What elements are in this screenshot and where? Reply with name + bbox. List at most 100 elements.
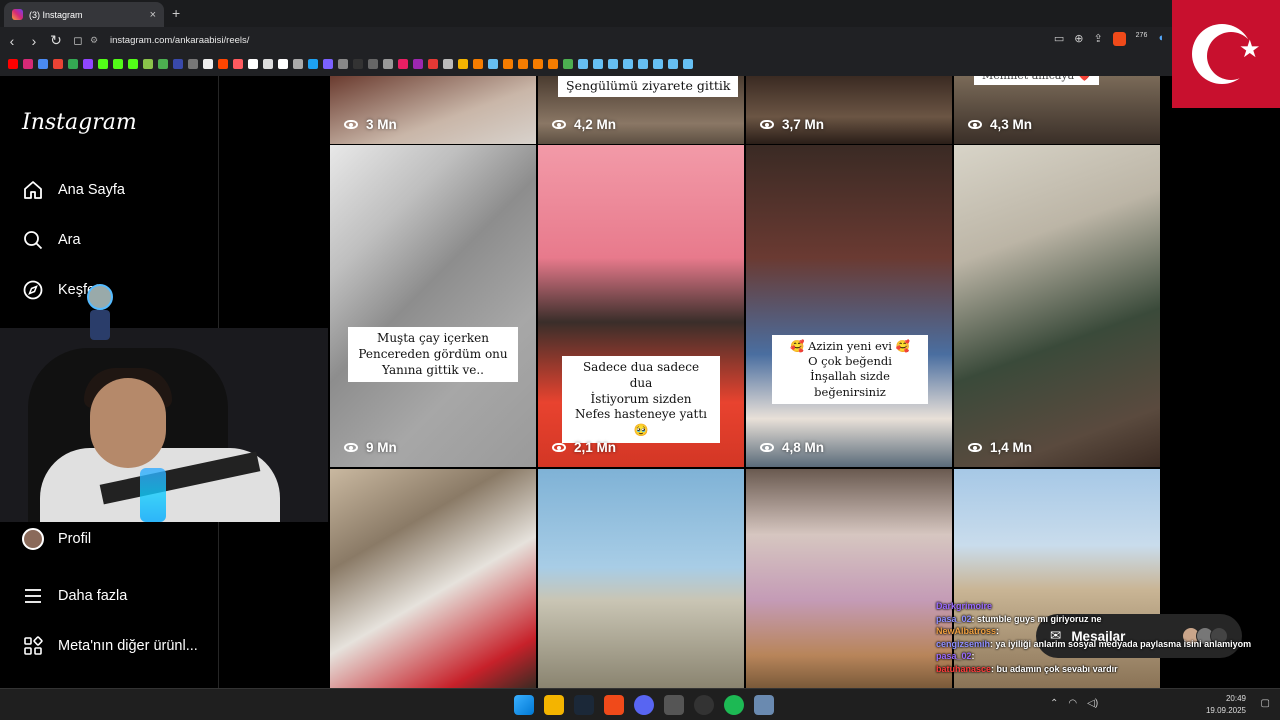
sidebar-item-profile[interactable]: Profil bbox=[22, 528, 91, 550]
tab-instagram[interactable]: (3) Instagram × bbox=[4, 2, 164, 27]
kick-bookmark-icon[interactable] bbox=[128, 59, 138, 69]
twitch-bookmark-icon[interactable] bbox=[83, 59, 93, 69]
bookmark-icon[interactable] bbox=[158, 59, 168, 69]
brave-shield-icon[interactable] bbox=[1112, 32, 1126, 46]
steam-bookmark-icon[interactable] bbox=[578, 59, 588, 69]
discord-icon[interactable] bbox=[634, 695, 654, 715]
sidebar-item-more[interactable]: Daha fazla bbox=[22, 585, 127, 607]
close-tab-icon[interactable]: × bbox=[150, 9, 156, 21]
reddit-bookmark-icon[interactable] bbox=[218, 59, 228, 69]
view-count: 4,3 Mn bbox=[968, 117, 1032, 132]
brave-icon[interactable] bbox=[604, 695, 624, 715]
reel-thumbnail[interactable]: Mehmet amcaya ❤️ 4,3 Mn bbox=[954, 76, 1160, 144]
bookmark-icon[interactable] bbox=[323, 59, 333, 69]
bookmark-icon[interactable] bbox=[383, 59, 393, 69]
bookmark-icon[interactable] bbox=[503, 59, 513, 69]
reels-grid: 3 Mn Şengülümü ziyarete gittik 4,2 Mn 3,… bbox=[330, 76, 1162, 688]
x-bookmark-icon[interactable] bbox=[203, 59, 213, 69]
reel-thumbnail[interactable]: 3,7 Mn bbox=[746, 76, 952, 144]
bookmark-icon[interactable] bbox=[548, 59, 558, 69]
reel-thumbnail[interactable]: 1,4 Mn bbox=[954, 145, 1160, 467]
bookmark-icon[interactable] bbox=[278, 59, 288, 69]
file-explorer-icon[interactable] bbox=[544, 695, 564, 715]
bookmark-icon[interactable] bbox=[248, 59, 258, 69]
sidebar-item-home[interactable]: Ana Sayfa bbox=[22, 179, 125, 201]
browser-actions: ▭ ⊕ ⇪ 276 ◖ bbox=[1054, 32, 1164, 46]
bookmark-icon[interactable] bbox=[428, 59, 438, 69]
bookmark-icon[interactable] bbox=[308, 59, 318, 69]
bookmark-icon[interactable] bbox=[473, 59, 483, 69]
steam-bookmark-icon[interactable] bbox=[608, 59, 618, 69]
reel-thumbnail[interactable] bbox=[746, 469, 952, 688]
reel-thumbnail[interactable] bbox=[538, 469, 744, 688]
youtube-bookmark-icon[interactable] bbox=[8, 59, 18, 69]
instagram-logo[interactable]: Instagram bbox=[22, 110, 137, 135]
bookmark-icon[interactable] bbox=[188, 59, 198, 69]
notification-icon[interactable]: ▢ bbox=[1261, 698, 1270, 709]
extension-badge[interactable]: 276 bbox=[1136, 32, 1148, 46]
amazon-bookmark-icon[interactable] bbox=[263, 59, 273, 69]
reel-thumbnail[interactable]: Muşta çay içerken Pencereden gördüm onu … bbox=[330, 145, 536, 467]
share-icon[interactable]: ⇪ bbox=[1093, 32, 1102, 46]
bookmark-icon[interactable] bbox=[368, 59, 378, 69]
steam-icon[interactable] bbox=[574, 695, 594, 715]
reel-thumbnail[interactable]: 🥰 Azizin yeni evi 🥰 O çok beğendi İnşall… bbox=[746, 145, 952, 467]
address-bar[interactable]: ⚙ instagram.com/ankaraabisi/reels/ bbox=[90, 30, 1090, 50]
reel-thumbnail[interactable]: Sadece dua sadece dua İstiyorum sizden N… bbox=[538, 145, 744, 467]
url-text[interactable]: instagram.com/ankaraabisi/reels/ bbox=[110, 35, 249, 46]
bookmark-icon[interactable] bbox=[353, 59, 363, 69]
bookmark-icon[interactable] bbox=[413, 59, 423, 69]
forward-icon[interactable]: › bbox=[24, 33, 44, 49]
bookmark-icon[interactable] bbox=[38, 59, 48, 69]
gmail-bookmark-icon[interactable] bbox=[53, 59, 63, 69]
audio-icon[interactable]: ◖ bbox=[1157, 32, 1164, 46]
reel-thumbnail[interactable]: Şengülümü ziyarete gittik 4,2 Mn bbox=[538, 76, 744, 144]
steam-bookmark-icon[interactable] bbox=[593, 59, 603, 69]
sidebar-item-search[interactable]: Ara bbox=[22, 229, 81, 251]
chevron-up-icon[interactable]: ⌃ bbox=[1050, 698, 1058, 709]
steam-bookmark-icon[interactable] bbox=[653, 59, 663, 69]
steam-bookmark-icon[interactable] bbox=[638, 59, 648, 69]
cast-icon[interactable]: ▭ bbox=[1054, 32, 1064, 46]
sidebar-item-meta[interactable]: Meta'nın diğer ürünl... bbox=[22, 635, 198, 657]
bookmark-icon[interactable] bbox=[293, 59, 303, 69]
site-info-icon[interactable]: ⚙ bbox=[90, 35, 102, 46]
profile-avatar bbox=[22, 528, 44, 550]
reload-icon[interactable]: ↻ bbox=[46, 32, 66, 49]
steam-bookmark-icon[interactable] bbox=[623, 59, 633, 69]
spotify-icon[interactable] bbox=[724, 695, 744, 715]
obs-icon[interactable] bbox=[694, 695, 714, 715]
bookmark-icon[interactable] bbox=[233, 59, 243, 69]
instagram-bookmark-icon[interactable] bbox=[23, 59, 33, 69]
windows-start-icon[interactable] bbox=[514, 695, 534, 715]
bookmark-icon[interactable] bbox=[398, 59, 408, 69]
sidebar-item-label: Ara bbox=[58, 232, 81, 248]
app-icon[interactable] bbox=[754, 695, 774, 715]
volume-icon[interactable]: ◁) bbox=[1087, 698, 1098, 709]
taskbar-apps bbox=[514, 695, 774, 715]
folder-icon[interactable] bbox=[458, 59, 468, 69]
drive-bookmark-icon[interactable] bbox=[68, 59, 78, 69]
app-icon[interactable] bbox=[664, 695, 684, 715]
bookmark-icon[interactable] bbox=[563, 59, 573, 69]
steam-bookmark-icon[interactable] bbox=[668, 59, 678, 69]
zoom-icon[interactable]: ⊕ bbox=[1074, 32, 1083, 46]
bookmark-icon[interactable] bbox=[143, 59, 153, 69]
kick-bookmark-icon[interactable] bbox=[98, 59, 108, 69]
bookmark-icon[interactable] bbox=[173, 59, 183, 69]
bookmark-icon[interactable] bbox=[338, 59, 348, 69]
bookmark-icon[interactable] bbox=[443, 59, 453, 69]
steam-bookmark-icon[interactable] bbox=[488, 59, 498, 69]
wifi-icon[interactable]: ◠ bbox=[1068, 698, 1077, 709]
view-count: 2,1 Mn bbox=[552, 440, 616, 455]
bookmark-icon[interactable] bbox=[518, 59, 528, 69]
new-tab-button[interactable]: + bbox=[172, 5, 180, 21]
back-icon[interactable]: ‹ bbox=[2, 33, 22, 49]
clock[interactable]: 20:49 19.09.2025 bbox=[1206, 693, 1246, 717]
steam-bookmark-icon[interactable] bbox=[683, 59, 693, 69]
reel-thumbnail[interactable]: 3 Mn bbox=[330, 76, 536, 144]
bookmark-icon[interactable]: ◻ bbox=[68, 34, 88, 47]
reel-thumbnail[interactable] bbox=[330, 469, 536, 688]
kick-bookmark-icon[interactable] bbox=[113, 59, 123, 69]
bookmark-icon[interactable] bbox=[533, 59, 543, 69]
